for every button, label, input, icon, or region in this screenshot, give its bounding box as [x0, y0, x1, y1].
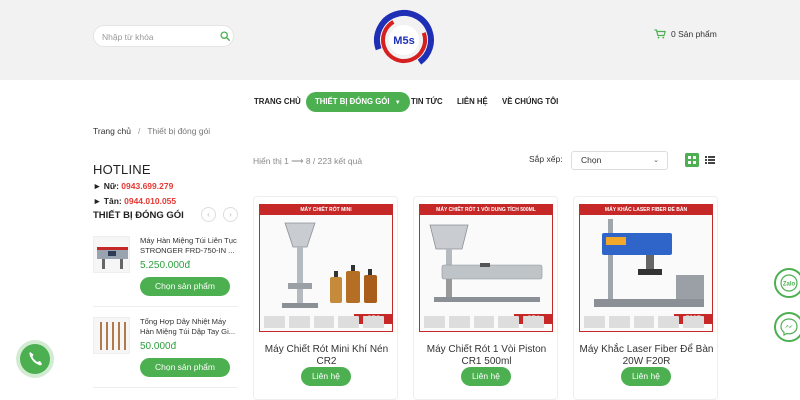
hotline-number[interactable]: 0943.699.279: [121, 181, 173, 191]
brand-logo[interactable]: M5s: [371, 5, 437, 71]
main-nav: TRANG CHỦ THIẾT BỊ ĐÓNG GÓI ▼ TIN TỨC LI…: [0, 92, 800, 112]
product-image[interactable]: MÁY CHIẾT RÓT 1 VÒI DUNG TÍCH 500ML CR1: [419, 204, 553, 332]
sidebar-product-name[interactable]: Máy Hàn Miệng Túi Liên Tục STRONGER FRD-…: [140, 236, 238, 256]
sidebar-category-title: THIẾT BỊ ĐÓNG GÓI: [93, 210, 184, 221]
messenger-button[interactable]: [774, 312, 800, 342]
breadcrumb-separator: /: [137, 126, 141, 136]
chevron-down-icon: ⌄: [653, 157, 659, 164]
hotline-label: Tân:: [103, 196, 122, 206]
phone-icon: [29, 352, 42, 366]
nav-item-about[interactable]: VỀ CHÚNG TÔI: [502, 92, 558, 112]
grid-view-icon[interactable]: [685, 153, 699, 167]
hotline-row: ► Nữ: 0943.699.279: [93, 181, 173, 191]
list-view-icon[interactable]: [703, 153, 717, 167]
spec-icons: [264, 316, 384, 328]
divider: [93, 387, 238, 388]
product-card: MÁY CHIẾT RÓT 1 VÒI DUNG TÍCH 500ML CR1 …: [413, 196, 558, 400]
product-banner: MÁY CHIẾT RÓT MINI: [260, 205, 392, 215]
product-title[interactable]: Máy Chiết Rót Mini Khí Nén CR2: [258, 344, 395, 368]
breadcrumb-current: Thiết bị đóng gói: [147, 126, 211, 136]
messenger-icon: [780, 318, 798, 337]
sidebar-product-price: 50.000đ: [140, 341, 177, 352]
product-card: MÁY CHIẾT RÓT MINI CR2 Máy Chiết Rót Min…: [253, 196, 398, 400]
result-count: Hiển thị 1 ⟶ 8 / 223 kết quả: [253, 156, 363, 166]
hotline-row: ► Tân: 0944.010.055: [93, 196, 176, 206]
sort-select[interactable]: Chọn ⌄: [571, 151, 668, 170]
nav-item-news[interactable]: TIN TỨC: [411, 92, 443, 112]
contact-button[interactable]: Liên hệ: [301, 367, 351, 386]
cart-icon: [654, 29, 666, 39]
chevron-right-icon[interactable]: ›: [223, 207, 238, 222]
product-title[interactable]: Máy Chiết Rót 1 Vòi Piston CR1 500ml: [418, 344, 555, 368]
sort-value: Chọn: [581, 155, 602, 165]
logo-text: M5s: [393, 35, 414, 47]
choose-product-button[interactable]: Chọn sản phẩm: [140, 277, 230, 296]
breadcrumb: Trang chủ / Thiết bị đóng gói: [93, 126, 210, 136]
hotline-number[interactable]: 0944.010.055: [124, 196, 176, 206]
zalo-label: Zalo: [783, 282, 796, 288]
spec-icons: [584, 316, 704, 328]
sidebar-product-image[interactable]: [93, 317, 130, 354]
spec-icons: [424, 316, 544, 328]
header-bar: M5s 0 Sản phẩm: [0, 0, 800, 80]
hotline-label: Nữ:: [103, 181, 119, 191]
hotline-title: HOTLINE: [93, 162, 151, 177]
phone-call-button[interactable]: [20, 344, 50, 374]
triangle-right-icon: ►: [93, 181, 102, 191]
search-input[interactable]: [102, 29, 212, 44]
search-box[interactable]: [93, 25, 234, 47]
sidebar-product-name[interactable]: Tổng Hợp Dây Nhiệt Máy Hàn Miệng Túi Dập…: [140, 317, 238, 337]
breadcrumb-home[interactable]: Trang chủ: [93, 126, 131, 136]
cart-label: 0 Sản phẩm: [671, 29, 717, 39]
zalo-button[interactable]: Zalo: [774, 268, 800, 298]
triangle-right-icon: ►: [93, 196, 102, 206]
nav-item-contact[interactable]: LIÊN HỆ: [457, 92, 488, 112]
nav-item-packaging-label: THIẾT BỊ ĐÓNG GÓI: [315, 97, 390, 106]
product-title[interactable]: Máy Khắc Laser Fiber Để Bàn 20W F20R: [578, 344, 715, 368]
sidebar-product-image[interactable]: [93, 236, 130, 273]
chevron-down-icon: ▼: [394, 100, 401, 106]
sidebar-product: Máy Hàn Miệng Túi Liên Tục STRONGER FRD-…: [93, 236, 238, 302]
sort-label: Sắp xếp:: [529, 154, 563, 164]
contact-button[interactable]: Liên hệ: [461, 367, 511, 386]
nav-item-home[interactable]: TRANG CHỦ: [254, 92, 301, 112]
search-icon[interactable]: [220, 31, 230, 41]
chevron-left-icon[interactable]: ‹: [201, 207, 216, 222]
nav-item-packaging[interactable]: THIẾT BỊ ĐÓNG GÓI ▼: [306, 92, 410, 112]
divider: [93, 306, 238, 307]
product-banner: MÁY KHẮC LASER FIBER ĐỂ BÀN: [580, 205, 712, 215]
product-image[interactable]: MÁY CHIẾT RÓT MINI CR2: [259, 204, 393, 332]
product-card: MÁY KHẮC LASER FIBER ĐỂ BÀN F20R Máy Khắ…: [573, 196, 718, 400]
sidebar-product-price: 5.250.000đ: [140, 260, 191, 271]
product-banner: MÁY CHIẾT RÓT 1 VÒI DUNG TÍCH 500ML: [420, 205, 552, 215]
choose-product-button[interactable]: Chọn sản phẩm: [140, 358, 230, 377]
zalo-icon: Zalo: [780, 274, 798, 292]
contact-button[interactable]: Liên hệ: [621, 367, 671, 386]
sidebar-product: Tổng Hợp Dây Nhiệt Máy Hàn Miệng Túi Dập…: [93, 317, 238, 383]
cart-link[interactable]: 0 Sản phẩm: [654, 29, 717, 39]
product-image[interactable]: MÁY KHẮC LASER FIBER ĐỂ BÀN F20R: [579, 204, 713, 332]
